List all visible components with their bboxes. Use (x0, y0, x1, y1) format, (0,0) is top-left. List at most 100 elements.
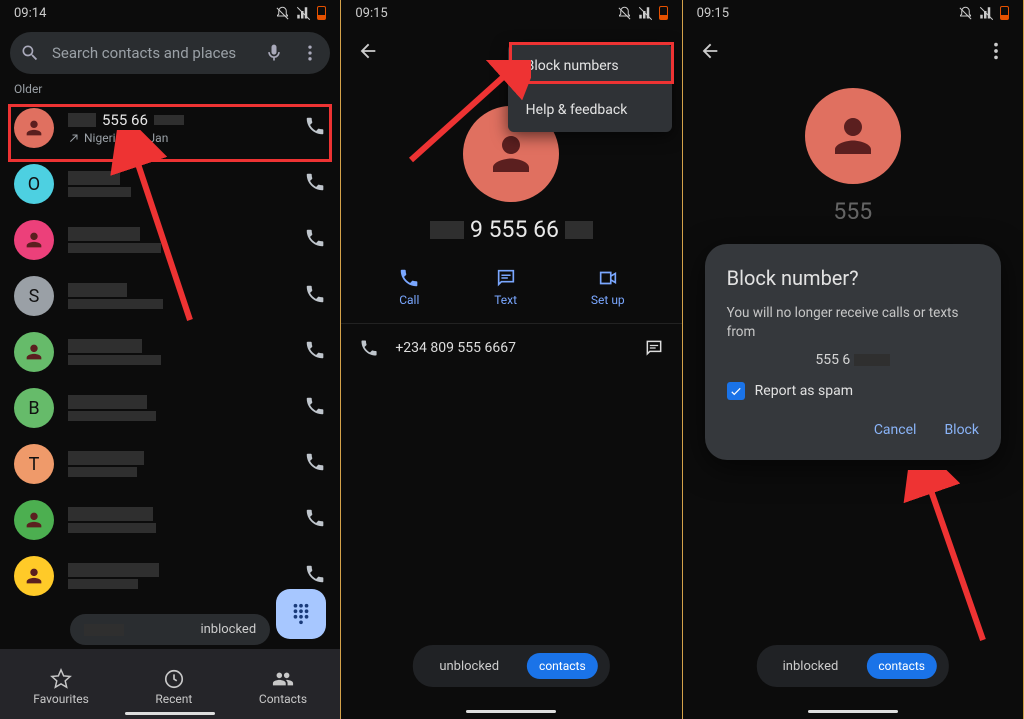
search-placeholder: Search contacts and places (52, 44, 252, 62)
dnd-off-icon (617, 6, 632, 21)
dialog-actions: Cancel Block (727, 422, 979, 438)
person-icon (484, 127, 538, 181)
contact-number-display: 555 (683, 198, 1023, 225)
contact-avatar (805, 88, 901, 184)
signal-icon (638, 6, 653, 21)
call-log-row[interactable]: S (0, 268, 340, 324)
snackbar: inblocked contacts (757, 645, 949, 687)
detail-header (683, 26, 1023, 68)
battery-icon (317, 6, 326, 20)
avatar: T (14, 444, 54, 484)
block-button[interactable]: Block (944, 422, 979, 438)
setup-action[interactable]: Set up (591, 267, 625, 307)
tab-favourites[interactable]: Favourites (33, 668, 89, 706)
call-log-row[interactable]: T (0, 436, 340, 492)
people-icon (272, 668, 294, 690)
dialpad-fab[interactable] (276, 589, 326, 639)
dnd-off-icon (275, 6, 290, 21)
dnd-off-icon (958, 6, 973, 21)
battery-icon (1000, 6, 1009, 20)
phone-2-context-menu: 09:15 9 555 66 Call Text Set up (341, 0, 682, 719)
tab-recent[interactable]: Recent (155, 668, 192, 706)
avatar: B (14, 388, 54, 428)
bottom-nav: Favourites Recent Contacts (0, 649, 340, 719)
clock-text: 09:15 (355, 6, 387, 21)
snackbar: inblocked (70, 614, 270, 645)
call-button[interactable] (304, 339, 326, 365)
menu-help-feedback[interactable]: Help & feedback (508, 88, 672, 132)
call-button[interactable] (304, 283, 326, 309)
call-log-row[interactable]: O (0, 156, 340, 212)
person-icon (23, 565, 45, 587)
call-log-row[interactable] (0, 492, 340, 548)
checkbox-icon (727, 382, 745, 400)
call-action[interactable]: Call (398, 267, 420, 307)
older-header: Older (14, 82, 326, 96)
status-bar: 09:14 (0, 0, 340, 26)
row-main: 555 66 Nigeria • 16 Jan (68, 111, 290, 145)
call-log-row[interactable] (0, 324, 340, 380)
call-log-row[interactable]: B (0, 380, 340, 436)
text-action[interactable]: Text (494, 267, 517, 307)
more-icon[interactable] (985, 40, 1007, 62)
cancel-button[interactable]: Cancel (874, 422, 917, 438)
nav-home-pill[interactable] (466, 710, 556, 713)
dialpad-icon (289, 602, 313, 626)
dialog-title: Block number? (727, 266, 979, 290)
action-row: Call Text Set up (341, 261, 681, 324)
clock-icon (163, 668, 185, 690)
person-icon (23, 229, 45, 251)
call-button[interactable] (304, 115, 326, 141)
avatar: O (14, 164, 54, 204)
dialog-body: You will no longer receive calls or text… (727, 304, 979, 342)
clock-text: 09:14 (14, 6, 46, 21)
outgoing-icon (68, 132, 80, 144)
call-button[interactable] (304, 171, 326, 197)
avatar (14, 556, 54, 596)
call-log-row[interactable] (0, 212, 340, 268)
redacted (68, 113, 96, 127)
more-icon[interactable] (300, 43, 320, 63)
phone-number-row[interactable]: +234 809 555 6667 (341, 324, 681, 372)
call-button[interactable] (304, 451, 326, 477)
snackbar-action[interactable]: contacts (866, 653, 937, 679)
snackbar: unblocked contacts (413, 645, 609, 687)
call-button[interactable] (304, 563, 326, 589)
call-button[interactable] (304, 395, 326, 421)
back-icon[interactable] (357, 40, 379, 62)
redacted (154, 115, 184, 125)
avatar (14, 108, 54, 148)
annotation-arrow (893, 470, 1003, 650)
nav-home-pill[interactable] (808, 710, 898, 713)
status-bar: 09:15 (341, 0, 681, 26)
mic-icon[interactable] (264, 43, 284, 63)
dialog-number: 555 6 (727, 352, 979, 368)
message-icon[interactable] (644, 338, 664, 358)
report-spam-checkbox[interactable]: Report as spam (727, 382, 979, 400)
avatar: S (14, 276, 54, 316)
call-button[interactable] (304, 227, 326, 253)
search-bar[interactable]: Search contacts and places (10, 32, 330, 74)
snackbar-action[interactable]: contacts (527, 653, 598, 679)
video-icon (597, 267, 619, 289)
back-icon[interactable] (699, 40, 721, 62)
person-icon (23, 341, 45, 363)
status-bar: 09:15 (683, 0, 1023, 26)
search-icon (20, 43, 40, 63)
phone-icon (398, 267, 420, 289)
call-log-row[interactable]: 555 66 Nigeria • 16 Jan (0, 100, 340, 156)
menu-block-numbers[interactable]: Block numbers (508, 44, 672, 88)
phone-3-block-dialog: 09:15 555 Block number? You will no long… (683, 0, 1024, 719)
overflow-menu: Block numbers Help & feedback (508, 44, 672, 132)
tab-contacts[interactable]: Contacts (259, 668, 307, 706)
person-icon (23, 117, 45, 139)
clock-text: 09:15 (697, 6, 729, 21)
avatar (14, 500, 54, 540)
row-title: 555 66 (68, 111, 290, 129)
battery-icon (659, 6, 668, 20)
call-button[interactable] (304, 507, 326, 533)
star-icon (50, 668, 72, 690)
nav-home-pill[interactable] (125, 712, 215, 715)
status-icons (275, 6, 326, 21)
person-icon (23, 509, 45, 531)
